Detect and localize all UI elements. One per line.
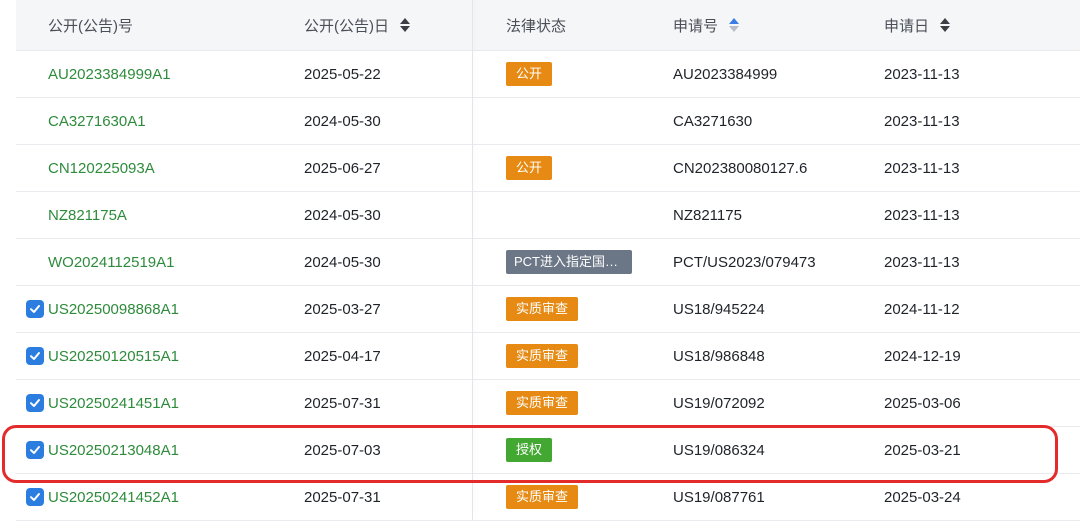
app-no: US19/087761: [673, 488, 765, 506]
pub-no-link[interactable]: WO2024112519A1: [48, 254, 174, 271]
column-header-label: 申请日: [884, 17, 930, 35]
table-row[interactable]: CA3271630A1 2024-05-30 CA3271630 2023-11-13: [16, 98, 1080, 145]
app-no: AU2023384999: [673, 65, 778, 83]
app-no: US19/072092: [673, 394, 765, 412]
sort-icon[interactable]: [939, 17, 951, 33]
pub-date: 2025-07-03: [304, 441, 381, 459]
checkbox-checked-icon[interactable]: [26, 441, 44, 459]
checkbox-checked-icon[interactable]: [26, 488, 44, 506]
pub-date: 2025-03-27: [304, 300, 381, 318]
column-header-label: 申请号: [673, 17, 719, 35]
table-row[interactable]: US20250213048A1 2025-07-03 授权 US19/086324 20…: [16, 427, 1080, 474]
pub-date: 2024-05-30: [304, 206, 381, 224]
pub-date: 2024-05-30: [304, 253, 381, 271]
pub-date: 2025-07-31: [304, 394, 381, 412]
table-row[interactable]: AU2023384999A1 2025-05-22 公开 AU2023384999 20…: [16, 51, 1080, 98]
app-no: US19/086324: [673, 441, 765, 459]
pub-date: 2025-07-31: [304, 488, 381, 506]
pub-no-link[interactable]: US20250241451A1: [48, 395, 179, 412]
app-no: CN202380080127.6: [673, 159, 808, 177]
checkbox-checked-icon[interactable]: [26, 300, 44, 318]
pub-date: 2025-04-17: [304, 347, 381, 365]
pub-no-link[interactable]: US20250213048A1: [48, 442, 179, 459]
app-date: 2023-11-13: [884, 65, 960, 83]
pub-date: 2025-06-27: [304, 159, 381, 177]
pub-no-link[interactable]: US20250098868A1: [48, 301, 179, 318]
legal-status-badge: 授权: [506, 438, 553, 462]
legal-status-badge: 实质审查: [506, 391, 579, 415]
table-row[interactable]: US20250241451A1 2025-07-31 实质审查 US19/072092…: [16, 380, 1080, 427]
patent-table: 公开(公告)号 公开(公告)日 法律状态 申请号 申请日 AU202338499…: [16, 0, 1080, 521]
app-date: 2023-11-13: [884, 253, 960, 271]
column-header-pub-date[interactable]: 公开(公告)日: [304, 0, 411, 50]
pub-date: 2025-05-22: [304, 65, 381, 83]
sort-icon[interactable]: [728, 17, 740, 33]
column-header-label: 法律状态: [506, 17, 567, 35]
table-header: 公开(公告)号 公开(公告)日 法律状态 申请号 申请日: [16, 0, 1080, 51]
pub-no-link[interactable]: CN120225093A: [48, 160, 155, 177]
app-date: 2023-11-13: [884, 159, 960, 177]
pub-no-link[interactable]: US20250241452A1: [48, 489, 179, 506]
table-row[interactable]: US20250098868A1 2025-03-27 实质审查 US18/945224…: [16, 286, 1080, 333]
legal-status-badge: PCT进入指定国…: [506, 250, 632, 274]
table-row[interactable]: US20250241452A1 2025-07-31 实质审查 US19/087761…: [16, 474, 1080, 521]
legal-status-badge: 公开: [506, 156, 553, 180]
frozen-column-divider: [472, 0, 473, 520]
sort-icon[interactable]: [399, 17, 411, 33]
pub-no-link[interactable]: CA3271630A1: [48, 113, 146, 130]
checkbox-checked-icon[interactable]: [26, 394, 44, 412]
table-row[interactable]: CN120225093A 2025-06-27 公开 CN202380080127.6…: [16, 145, 1080, 192]
app-date: 2023-11-13: [884, 112, 960, 130]
column-header-app-date[interactable]: 申请日: [884, 0, 951, 50]
app-date: 2025-03-24: [884, 488, 961, 506]
table-body: AU2023384999A1 2025-05-22 公开 AU2023384999 20…: [16, 51, 1080, 521]
column-header-label: 公开(公告)日: [304, 17, 389, 35]
legal-status-badge: 实质审查: [506, 297, 579, 321]
column-header-legal-status[interactable]: 法律状态: [506, 0, 566, 50]
legal-status-badge: 实质审查: [506, 485, 579, 509]
app-no: US18/986848: [673, 347, 765, 365]
column-header-label: 公开(公告)号: [48, 17, 133, 35]
table-row[interactable]: NZ821175A 2024-05-30 NZ821175 2023-11-13: [16, 192, 1080, 239]
column-header-pub-no[interactable]: 公开(公告)号: [48, 0, 133, 50]
app-date: 2023-11-13: [884, 206, 960, 224]
app-no: CA3271630: [673, 112, 753, 130]
legal-status-badge: 实质审查: [506, 344, 579, 368]
app-no: NZ821175: [673, 206, 742, 224]
pub-no-link[interactable]: AU2023384999A1: [48, 66, 171, 83]
pub-no-link[interactable]: US20250120515A1: [48, 348, 179, 365]
table-row[interactable]: US20250120515A1 2025-04-17 实质审查 US18/986848…: [16, 333, 1080, 380]
app-date: 2024-12-19: [884, 347, 961, 365]
app-no: PCT/US2023/079473: [673, 253, 816, 271]
legal-status-badge: 公开: [506, 62, 553, 86]
pub-date: 2024-05-30: [304, 112, 381, 130]
app-date: 2025-03-06: [884, 394, 961, 412]
app-date: 2025-03-21: [884, 441, 961, 459]
app-no: US18/945224: [673, 300, 765, 318]
column-header-app-no[interactable]: 申请号: [673, 0, 740, 50]
table-row[interactable]: WO2024112519A1 2024-05-30 PCT进入指定国… PCT/US2…: [16, 239, 1080, 286]
checkbox-checked-icon[interactable]: [26, 347, 44, 365]
pub-no-link[interactable]: NZ821175A: [48, 207, 127, 224]
app-date: 2024-11-12: [884, 300, 960, 318]
